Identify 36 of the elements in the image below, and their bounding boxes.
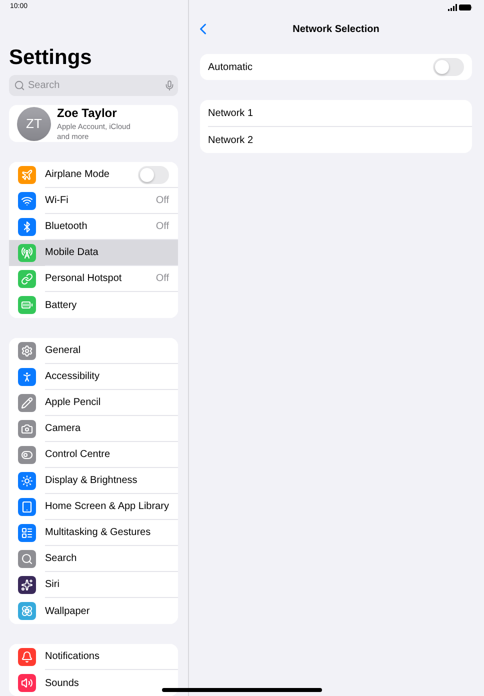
status-value: Off <box>156 273 169 284</box>
item-label: Control Centre <box>45 449 110 460</box>
item-label: Home Screen & App Library <box>45 501 169 512</box>
network-option[interactable]: Network 1 <box>208 108 254 118</box>
item-label: Notifications <box>45 651 100 662</box>
search-icon <box>14 80 25 91</box>
item-label: Apple Pencil <box>45 397 101 408</box>
sidebar-title: Settings <box>9 46 93 70</box>
search-field[interactable]: Search <box>9 75 178 96</box>
avatar: ZT <box>17 106 51 140</box>
item-label: Personal Hotspot <box>45 273 122 284</box>
item-label: General <box>45 345 81 356</box>
item-label: Wi-Fi <box>45 195 68 206</box>
item-label: Airplane Mode <box>45 169 110 180</box>
signal-battery-icon <box>448 4 472 10</box>
item-label: Camera <box>45 423 81 434</box>
item-label: Mobile Data <box>45 247 98 258</box>
item-label: Sounds <box>45 678 79 688</box>
status-value: Off <box>156 195 169 206</box>
microphone-icon[interactable] <box>164 80 175 91</box>
profile-name: Zoe Taylor <box>57 106 118 120</box>
item-label: Wallpaper <box>45 606 90 616</box>
page-title: Network Selection <box>292 24 380 34</box>
automatic-label: Automatic <box>208 62 252 72</box>
item-label: Battery <box>45 300 77 310</box>
item-label: Siri <box>45 579 60 590</box>
network-option[interactable]: Network 2 <box>208 134 254 146</box>
automatic-toggle[interactable] <box>433 58 464 76</box>
status-value: Off <box>156 221 169 232</box>
item-label: Multitasking & Gestures <box>45 527 151 538</box>
settings-item[interactable]: Mobile Data <box>9 240 178 266</box>
item-label: Display & Brightness <box>45 475 138 486</box>
toggle-switch[interactable] <box>138 166 169 184</box>
item-label: Accessibility <box>45 371 100 382</box>
item-label: Bluetooth <box>45 221 88 232</box>
item-label: Search <box>45 553 77 564</box>
